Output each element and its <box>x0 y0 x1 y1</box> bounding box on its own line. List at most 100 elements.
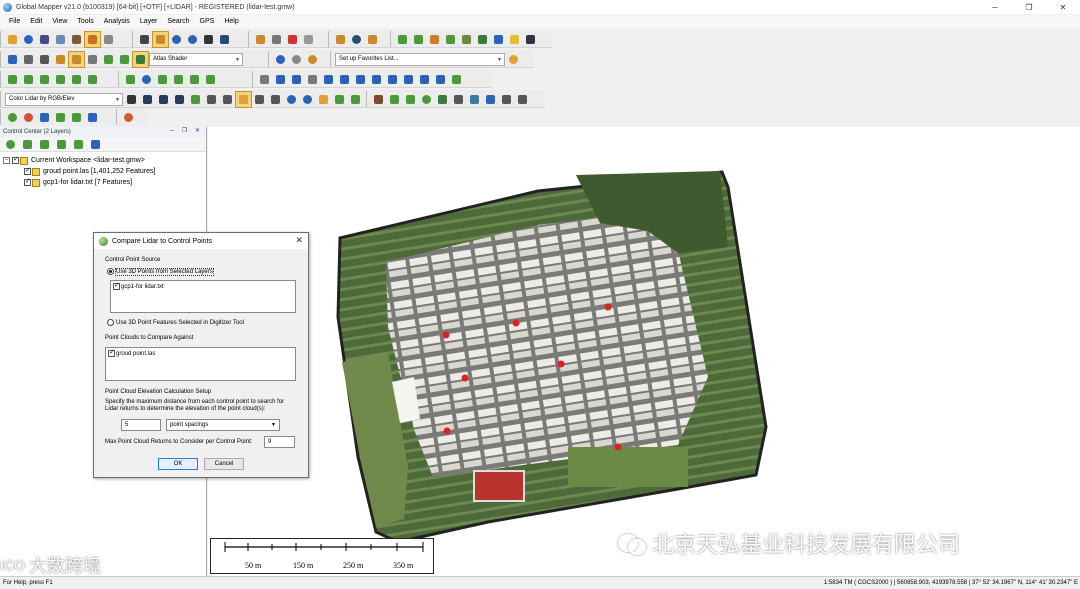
terrain-icon[interactable] <box>507 32 522 47</box>
control-point-marker[interactable] <box>461 374 469 382</box>
measure-icon[interactable] <box>85 52 100 67</box>
pan-hand-icon[interactable] <box>152 30 169 48</box>
menu-help[interactable]: Help <box>219 18 243 25</box>
layer-icon[interactable] <box>5 52 20 67</box>
terrain-icon[interactable] <box>435 92 450 107</box>
terrain-icon[interactable] <box>443 32 458 47</box>
line-icon[interactable] <box>449 72 464 87</box>
menu-analysis[interactable]: Analysis <box>99 18 135 25</box>
track-icon[interactable] <box>69 110 84 125</box>
terrain-icon[interactable] <box>395 32 410 47</box>
list-item[interactable]: groud point.las <box>106 348 295 359</box>
item-checkbox[interactable] <box>108 348 115 357</box>
layer-icon[interactable] <box>84 30 101 48</box>
point-icon[interactable] <box>353 72 368 87</box>
terrain-icon[interactable] <box>427 32 442 47</box>
line-icon[interactable] <box>21 72 36 87</box>
warning-icon[interactable] <box>235 90 252 108</box>
cancel-button[interactable]: Cancel <box>204 458 244 470</box>
lidar-points-icon[interactable] <box>220 92 235 107</box>
tree-item-workspace[interactable]: − Current Workspace <lidar-test.gmw> <box>0 155 206 166</box>
lidar-points-icon[interactable] <box>140 92 155 107</box>
point-icon[interactable] <box>273 72 288 87</box>
list-item[interactable]: gcp1-for lidar.txt <box>111 281 295 292</box>
menu-search[interactable]: Search <box>162 18 194 25</box>
menu-view[interactable]: View <box>47 18 72 25</box>
track-icon[interactable] <box>37 110 52 125</box>
zoom-in-icon[interactable] <box>169 32 184 47</box>
play-icon[interactable] <box>5 110 20 125</box>
stop-icon[interactable] <box>21 110 36 125</box>
panel-window-buttons[interactable]: ─ ❐ ✕ <box>170 127 203 134</box>
menu-edit[interactable]: Edit <box>25 18 47 25</box>
lidar-color-select[interactable]: Color Lidar by RGB/Elev ▼ <box>5 92 123 106</box>
globe-icon[interactable] <box>21 32 36 47</box>
point-icon[interactable] <box>433 72 448 87</box>
edit-line-icon[interactable] <box>187 72 202 87</box>
control-point-marker[interactable] <box>604 303 612 311</box>
radio-digitizer[interactable]: Use 3D Point Features Selected in Digiti… <box>107 319 244 326</box>
distance-input[interactable]: 5 <box>121 419 161 431</box>
delete-x-icon[interactable] <box>285 32 300 47</box>
search-icon[interactable] <box>300 92 315 107</box>
radio-selected-layers[interactable]: Use 3D Points from Selected Layers <box>107 268 214 277</box>
back-arrow-icon[interactable] <box>201 32 216 47</box>
control-point-marker[interactable] <box>443 427 451 435</box>
lidar-points-icon[interactable] <box>156 92 171 107</box>
move-icon[interactable] <box>305 72 320 87</box>
terrain-icon[interactable] <box>117 52 132 67</box>
building-icon[interactable] <box>451 92 466 107</box>
collapse-icon[interactable]: − <box>3 157 10 164</box>
properties-icon[interactable] <box>301 32 316 47</box>
point-icon[interactable] <box>321 72 336 87</box>
edit-line-icon[interactable] <box>171 72 186 87</box>
info-icon[interactable] <box>349 32 364 47</box>
zoom-out-icon[interactable] <box>185 32 200 47</box>
pointer-icon[interactable] <box>137 32 152 47</box>
control-point-marker[interactable] <box>557 360 565 368</box>
dialog-close-button[interactable]: ✕ <box>295 235 303 246</box>
control-point-marker[interactable] <box>442 331 450 339</box>
layer-up-icon[interactable] <box>20 137 35 152</box>
water-icon[interactable] <box>483 92 498 107</box>
layer-options-icon[interactable] <box>71 137 86 152</box>
layer-options-icon[interactable] <box>54 137 69 152</box>
workspace-checkbox[interactable] <box>12 155 19 164</box>
line-icon[interactable] <box>37 72 52 87</box>
ok-button[interactable]: OK <box>158 458 198 470</box>
layer-checkbox[interactable] <box>24 166 31 175</box>
point-icon[interactable] <box>337 72 352 87</box>
pin-icon[interactable] <box>21 52 36 67</box>
color-wheel-icon[interactable] <box>121 110 136 125</box>
layer-checkbox[interactable] <box>24 177 31 186</box>
globe-icon[interactable] <box>273 52 288 67</box>
menu-layer[interactable]: Layer <box>135 18 163 25</box>
map-view[interactable]: 50 m 150 m 250 m 350 m 北京天弘基业科技发展有限公司 <box>208 127 1080 576</box>
track-icon[interactable] <box>53 110 68 125</box>
crosshair-icon[interactable] <box>523 32 538 47</box>
line-icon[interactable] <box>5 72 20 87</box>
line-icon[interactable] <box>53 72 68 87</box>
terrain-icon[interactable] <box>403 92 418 107</box>
layer-options-icon[interactable] <box>88 137 103 152</box>
point-icon[interactable] <box>417 72 432 87</box>
menu-gps[interactable]: GPS <box>195 18 220 25</box>
terrain-icon[interactable] <box>387 92 402 107</box>
wrench-icon[interactable] <box>69 32 84 47</box>
water-icon[interactable] <box>467 92 482 107</box>
lidar-points-icon[interactable] <box>204 92 219 107</box>
lidar-points-icon[interactable] <box>172 92 187 107</box>
item-checkbox[interactable] <box>113 281 120 290</box>
3d-view-icon[interactable] <box>305 52 320 67</box>
tree-icon[interactable] <box>188 92 203 107</box>
terrain-icon[interactable] <box>475 32 490 47</box>
digitize-icon[interactable] <box>68 50 85 68</box>
radio-button[interactable] <box>107 319 114 326</box>
pencil-icon[interactable] <box>253 32 268 47</box>
terrain-icon[interactable] <box>132 50 149 68</box>
terrain-icon[interactable] <box>101 52 116 67</box>
add-layer-icon[interactable] <box>3 137 18 152</box>
line-icon[interactable] <box>85 72 100 87</box>
source-layer-list[interactable]: gcp1-for lidar.txt <box>110 280 296 313</box>
tree-item-layer[interactable]: groud point.las [1,401,252 Features] <box>0 166 206 177</box>
